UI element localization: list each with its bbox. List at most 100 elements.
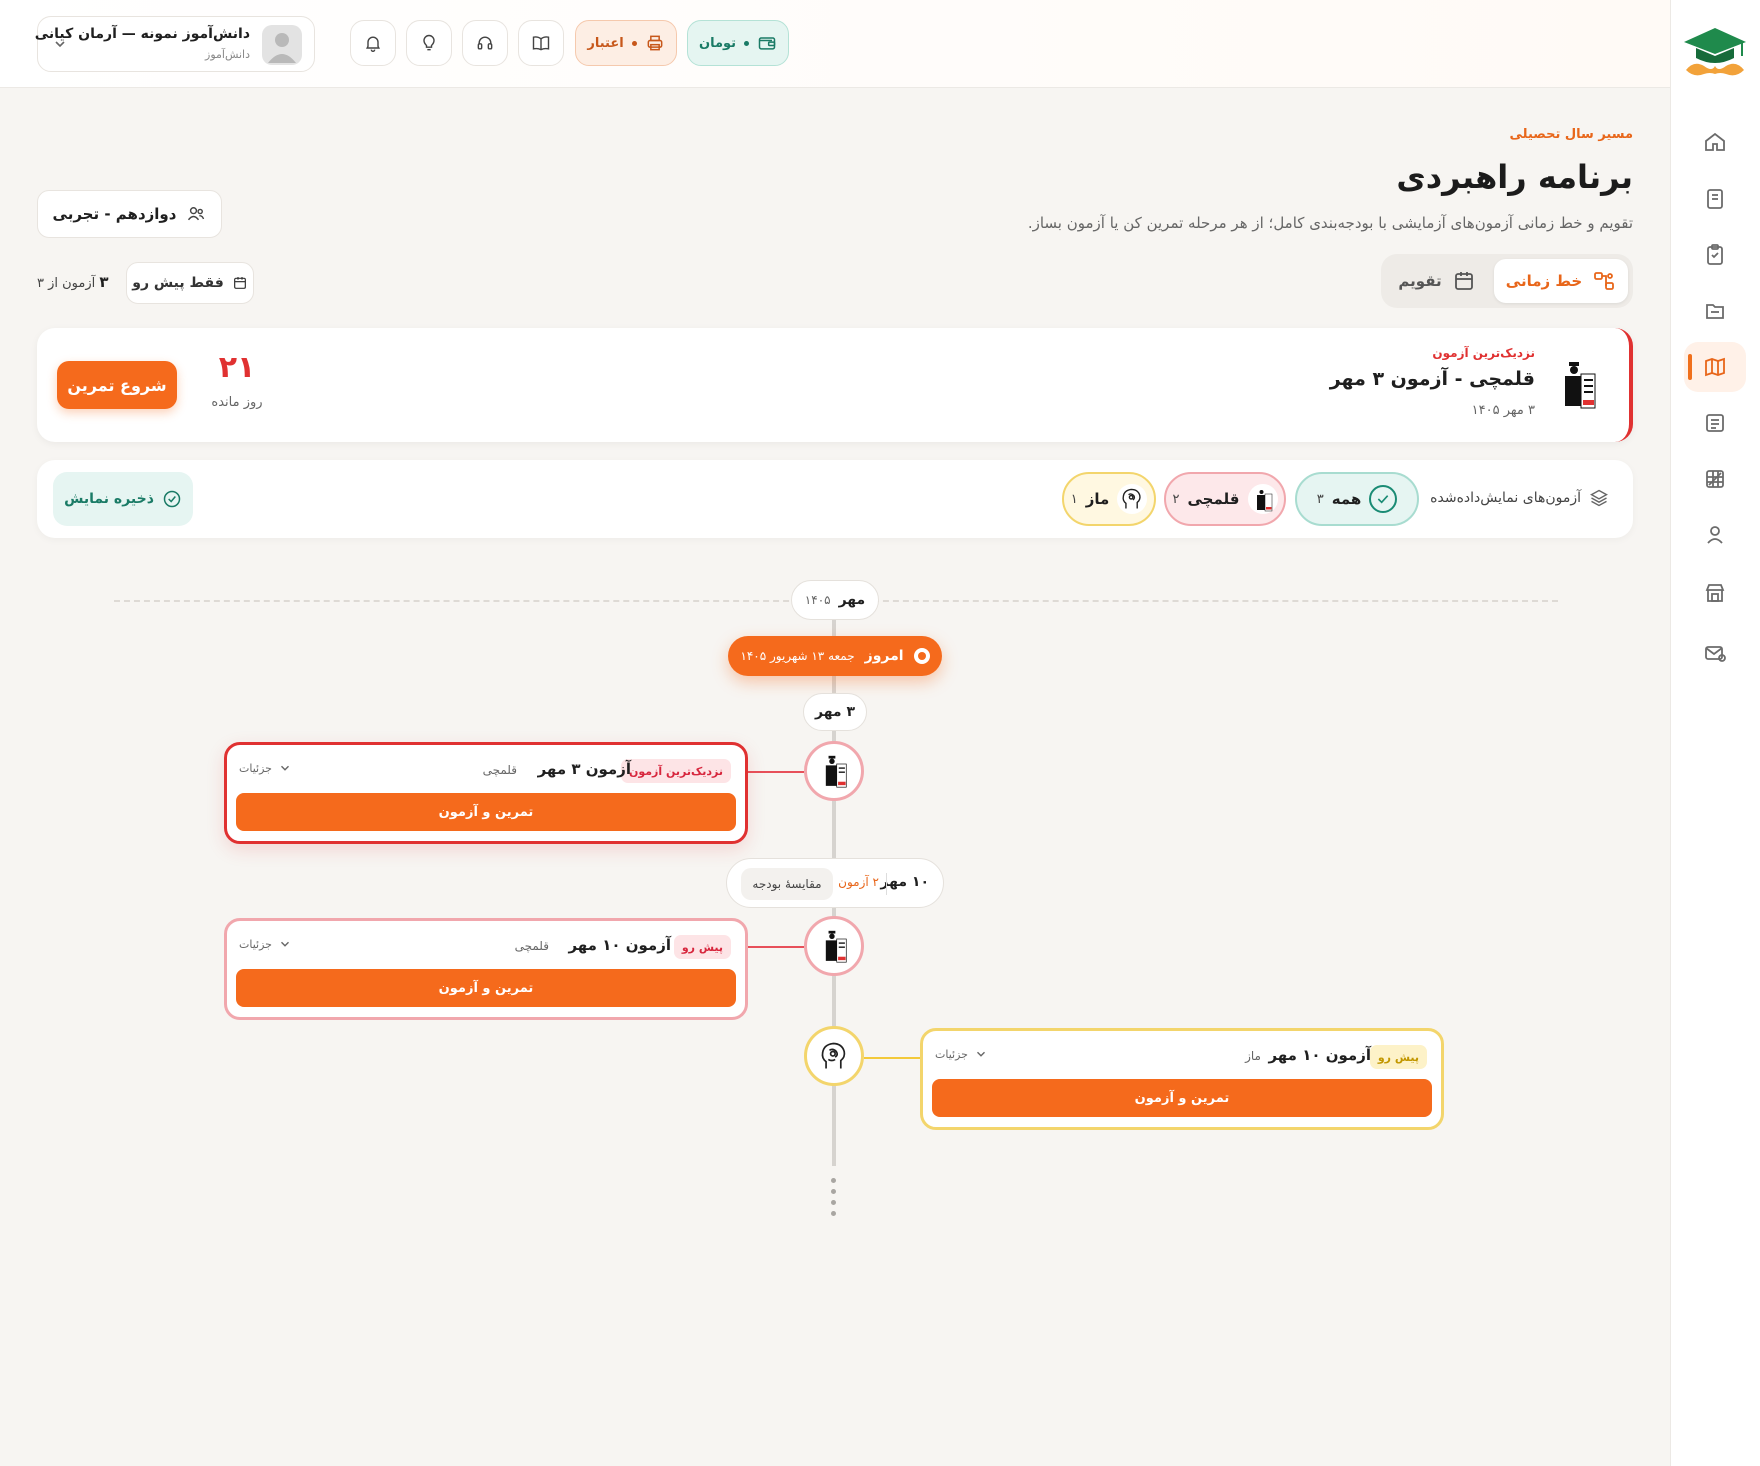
exam-source: قلمچی <box>482 763 517 777</box>
tips-button[interactable] <box>406 20 452 66</box>
date-group-label: ۳ مهر <box>803 693 867 731</box>
month-name: مهر <box>838 592 866 608</box>
upcoming-only-toggle[interactable]: فقط پیش رو <box>126 262 254 304</box>
filter-chip-maz[interactable]: ماز ۱ <box>1062 472 1156 526</box>
exam-title: آزمون ۱۰ مهر <box>1268 1046 1371 1064</box>
filter-chip-label: قلمچی <box>1187 490 1240 508</box>
filter-chip-label: ماز <box>1085 490 1110 508</box>
user-menu[interactable]: دانش‌آموز نمونه — آرمان کیانی دانش‌آموز <box>35 16 315 72</box>
exam-tag: پیش رو <box>1369 1045 1427 1069</box>
support-button[interactable] <box>462 20 508 66</box>
ghalamchi-logo-icon <box>825 755 847 788</box>
tab-calendar[interactable]: تقویم <box>1386 259 1488 303</box>
calendar-small-icon <box>233 277 246 289</box>
exam-filter-bar: آزمون‌های نمایش‌داده‌شده همه ۳ قلمچی ۲ م… <box>37 460 1633 538</box>
nav-grid[interactable] <box>1684 454 1746 504</box>
top-header: دانش‌آموز نمونه — آرمان کیانی دانش‌آموز … <box>0 0 1670 88</box>
compare-budget-button[interactable]: مقایسهٔ بودجه <box>741 868 833 900</box>
exam-source: ماز <box>1245 1049 1261 1063</box>
nav-news[interactable] <box>1684 398 1746 448</box>
exam-count-suffix: آزمون از ۳ <box>37 276 96 291</box>
book-open-icon <box>532 36 550 51</box>
next-exam-kicker: نزدیک‌ترین آزمون <box>1432 346 1535 360</box>
maz-brain-logo-icon <box>1117 484 1148 514</box>
nav-mail[interactable] <box>1684 628 1746 678</box>
file-text-icon <box>1706 304 1724 319</box>
grade-selector[interactable]: دوازدهم - تجربی <box>37 190 222 238</box>
wallet-icon <box>758 37 776 50</box>
timeline-connector <box>748 946 804 948</box>
timeline-node-ghalamchi[interactable] <box>804 741 864 801</box>
credit-label: اعتبار <box>587 35 624 51</box>
timeline-node-maz[interactable] <box>804 1026 864 1086</box>
user-role: دانش‌آموز <box>205 48 250 61</box>
exam-title: آزمون ۳ مهر <box>537 760 631 778</box>
nav-clipboard[interactable] <box>1684 230 1746 280</box>
date-group-label: ۱۰ مهر <box>880 874 929 890</box>
chevron-down-icon <box>55 41 65 48</box>
clipboard-check-icon <box>1707 244 1723 265</box>
days-remaining-label: روز مانده <box>211 395 263 410</box>
nav-files[interactable] <box>1684 286 1746 336</box>
nav-map[interactable] <box>1684 342 1746 392</box>
home-icon <box>1705 132 1725 151</box>
sidebar <box>1670 0 1760 1466</box>
practice-exam-button[interactable]: تمرین و آزمون <box>236 969 736 1007</box>
timeline-icon <box>1594 272 1615 290</box>
avatar <box>262 25 302 65</box>
month-label: مهر ۱۴۰۵ <box>791 580 879 620</box>
credit-button[interactable]: اعتبار <box>575 20 677 66</box>
status-dot <box>631 40 637 46</box>
exam-tag: نزدیک‌ترین آزمون <box>620 759 731 783</box>
notifications-button[interactable] <box>350 20 396 66</box>
nav-store[interactable] <box>1684 568 1746 618</box>
filter-chip-all[interactable]: همه ۳ <box>1295 472 1419 526</box>
ghalamchi-logo-icon <box>825 930 847 963</box>
timeline-connector <box>748 771 804 773</box>
exam-card: پیش رو آزمون ۱۰ مهر ماز جزئیات تمرین و آ… <box>920 1028 1444 1130</box>
calendar-icon <box>1454 272 1473 290</box>
status-dot <box>744 40 750 46</box>
practice-exam-button[interactable]: تمرین و آزمون <box>236 793 736 831</box>
check-circle-icon <box>163 490 181 508</box>
chevron-down-icon <box>280 941 289 947</box>
exam-title: آزمون ۱۰ مهر <box>568 936 671 954</box>
date-group-count: ۲ آزمون <box>838 875 879 889</box>
details-label: جزئیات <box>239 761 272 775</box>
save-view-button[interactable]: ذخیره نمایش <box>53 472 193 526</box>
tab-calendar-label: تقویم <box>1398 272 1442 290</box>
details-toggle[interactable]: جزئیات <box>239 761 292 775</box>
details-toggle[interactable]: جزئیات <box>935 1047 988 1061</box>
wallet-button[interactable]: تومان <box>687 20 789 66</box>
printer-icon <box>647 35 663 51</box>
exam-tag: پیش رو <box>673 935 731 959</box>
toman-label: تومان <box>698 35 737 51</box>
timeline-node-ghalamchi[interactable] <box>804 916 864 976</box>
details-toggle[interactable]: جزئیات <box>239 937 292 951</box>
tab-timeline[interactable]: خط زمانی <box>1494 259 1628 303</box>
grid-chart-icon <box>1706 470 1724 488</box>
nav-profile[interactable] <box>1684 510 1746 560</box>
library-button[interactable] <box>518 20 564 66</box>
today-date: جمعه ۱۳ شهریور ۱۴۰۵ <box>740 649 855 663</box>
ghalamchi-logo-icon <box>1555 358 1599 412</box>
nav-home[interactable] <box>1684 117 1746 167</box>
filter-chip-ghalamchi[interactable]: قلمچی ۲ <box>1164 472 1286 526</box>
days-remaining: ۲۱ <box>218 350 256 385</box>
chevron-down-icon <box>280 765 289 771</box>
brand-logo-icon[interactable] <box>1682 24 1748 80</box>
timeline-more-dots[interactable] <box>831 1178 837 1222</box>
bell-icon <box>366 36 380 52</box>
practice-exam-button[interactable]: تمرین و آزمون <box>932 1079 1432 1117</box>
nav-book[interactable] <box>1684 174 1746 224</box>
breadcrumb[interactable]: مسیر سال تحصیلی <box>1510 127 1634 142</box>
view-toggle: خط زمانی تقویم <box>1381 254 1633 308</box>
layers-icon <box>1590 489 1608 507</box>
store-icon <box>1705 584 1725 602</box>
next-exam-card: نزدیک‌ترین آزمون قلمچی - آزمون ۳ مهر ۳ م… <box>37 328 1633 442</box>
month-year: ۱۴۰۵ <box>804 593 831 607</box>
ghalamchi-logo-icon <box>1247 484 1278 514</box>
headset-icon <box>477 36 493 50</box>
start-practice-button[interactable]: شروع تمرین <box>57 361 177 409</box>
grade-label: دوازدهم - تجربی <box>52 205 177 223</box>
